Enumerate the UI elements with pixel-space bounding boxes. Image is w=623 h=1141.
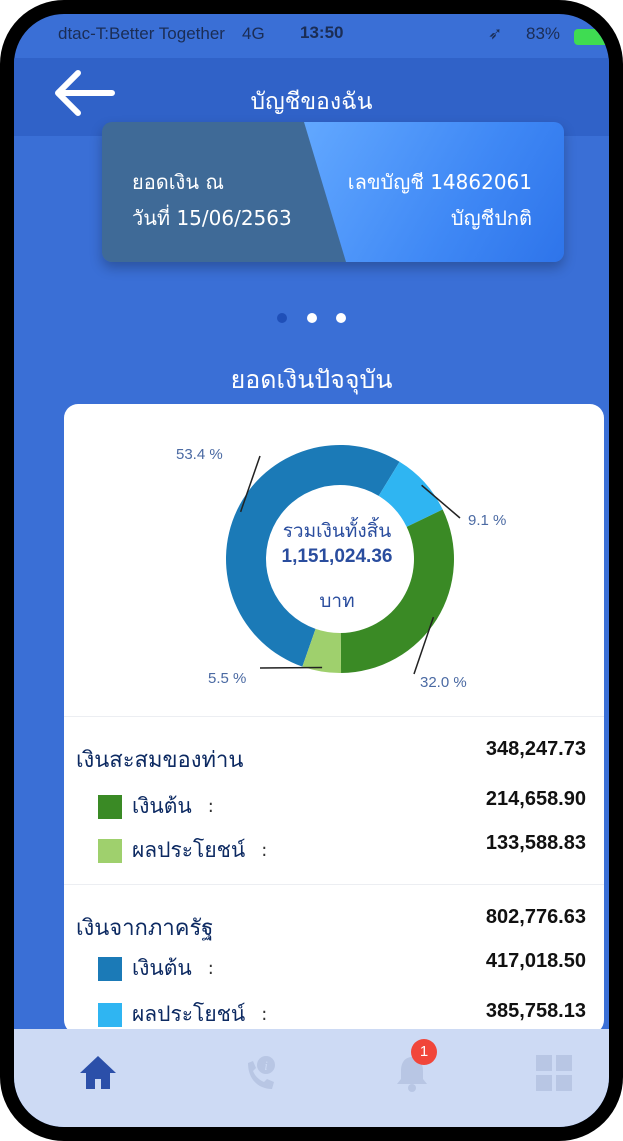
chart-center-unit: บาท (319, 590, 355, 612)
colon: : (261, 1004, 268, 1025)
account-type: บัญชีปกติ (450, 206, 532, 230)
battery-percent: 83% (526, 24, 561, 43)
account-card[interactable]: ยอดเงิน ณ วันที่ 15/06/2563 เลขบัญชี 148… (102, 122, 564, 262)
savings-benefit-label: ผลประโยชน์ (132, 838, 246, 862)
status-bar: dtac-T:Better Together 4G 13:50 ➶ 83% (14, 14, 609, 58)
government-principal-label: เงินต้น (132, 956, 192, 980)
tab-bar: i 1 (14, 1029, 609, 1127)
slice-label-1: 53.4 % (176, 446, 223, 463)
government-benefit-row: ผลประโยชน์ : (98, 998, 267, 1031)
colon: : (207, 796, 214, 817)
balance-panel-card: รวมเงินทั้งสิ้น 1,151,024.36 บาท 53.4 % … (64, 404, 604, 1034)
divider (64, 716, 604, 717)
divider (64, 884, 604, 885)
slice-label-4: 5.5 % (208, 670, 247, 687)
slice-label-3: 32.0 % (420, 674, 467, 691)
grid-icon (536, 1055, 572, 1091)
page-dot-3[interactable] (335, 313, 346, 323)
savings-principal-value: 214,658.90 (485, 788, 586, 810)
svg-text:i: i (264, 1058, 268, 1073)
government-principal-value: 417,018.50 (485, 950, 586, 972)
balance-date-value: วันที่ 15/06/2563 (132, 206, 292, 230)
tab-contact[interactable]: i (236, 1049, 284, 1097)
colon: : (207, 958, 214, 979)
chart-center-value: 1,151,024.36 (281, 546, 393, 567)
government-principal-row: เงินต้น : (98, 952, 214, 985)
savings-principal-label: เงินต้น (132, 794, 192, 818)
page-dot-1[interactable] (277, 313, 288, 323)
government-benefit-value: 385,758.13 (485, 1000, 586, 1022)
account-number: เลขบัญชี 14862061 (347, 170, 532, 194)
location-icon: ➶ (488, 24, 503, 43)
legend-swatch (98, 1002, 122, 1027)
government-label: เงินจากภาครัฐ (76, 916, 214, 941)
page-title: บัญชีของฉัน (250, 89, 373, 115)
government-benefit-label: ผลประโยชน์ (132, 1002, 246, 1026)
legend-swatch (98, 956, 122, 981)
legend-swatch (98, 838, 122, 863)
government-total: 802,776.63 (485, 906, 586, 928)
network-type: 4G (242, 24, 265, 43)
tab-notifications[interactable]: 1 (388, 1039, 437, 1097)
page-indicator[interactable] (14, 308, 609, 327)
home-icon (80, 1056, 116, 1089)
phone-info-icon: i (248, 1056, 275, 1089)
savings-benefit-value: 133,588.83 (485, 832, 586, 854)
tab-home[interactable] (74, 1049, 122, 1097)
slice-label-2: 9.1 % (468, 512, 507, 529)
savings-principal-row: เงินต้น : (98, 790, 214, 823)
clock: 13:50 (300, 23, 344, 42)
savings-total: 348,247.73 (485, 738, 586, 760)
savings-benefit-row: ผลประโยชน์ : (98, 834, 267, 867)
balance-date-label: ยอดเงิน ณ (132, 170, 224, 194)
tab-menu[interactable] (530, 1049, 578, 1097)
phone-frame: dtac-T:Better Together 4G 13:50 ➶ 83% บั… (0, 0, 623, 1141)
savings-label: เงินสะสมของท่าน (76, 748, 244, 773)
legend-swatch (98, 794, 122, 819)
carrier-name: dtac-T:Better Together (58, 24, 225, 43)
chart-center-label: รวมเงินทั้งสิ้น (282, 520, 392, 542)
page-dot-2[interactable] (306, 313, 317, 323)
colon: : (261, 840, 268, 861)
section-title: ยอดเงินปัจจุบัน (230, 365, 393, 394)
notification-badge: 1 (411, 1039, 437, 1065)
battery-icon (574, 29, 609, 45)
